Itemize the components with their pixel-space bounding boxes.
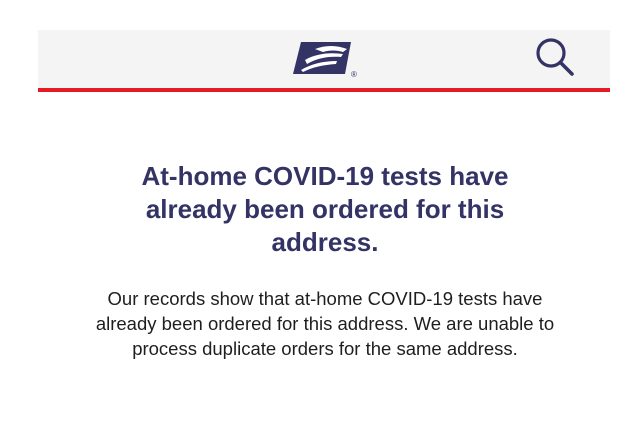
page-title: At-home COVID-19 tests have already been… [141, 161, 509, 257]
usps-eagle-logo-icon: ® [293, 42, 357, 78]
page: ® At-home COVID-19 tests have already be… [0, 0, 640, 426]
search-icon [536, 38, 574, 76]
search-button[interactable] [534, 36, 576, 78]
header-accent-rule [38, 88, 610, 92]
usps-logo-icon[interactable]: ® [293, 40, 361, 78]
registered-mark: ® [351, 70, 357, 78]
message-body: Our records show that at-home COVID-19 t… [95, 288, 555, 359]
